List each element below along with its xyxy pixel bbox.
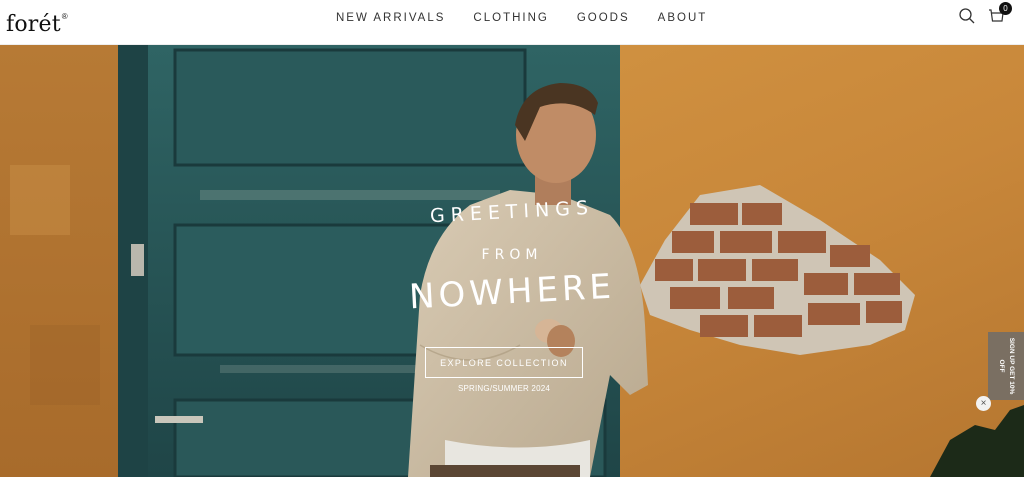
registered-mark: ® [61,12,68,21]
signup-discount-label: SIGN UP GET 10% OFF [998,337,1015,395]
nav-item-goods[interactable]: GOODS [577,11,630,25]
signup-discount-tab[interactable]: SIGN UP GET 10% OFF [988,332,1024,400]
brand-logo[interactable]: forét® [6,3,68,39]
nav-item-clothing[interactable]: CLOTHING [473,11,548,25]
season-label: SPRING/SUMMER 2024 [457,384,551,393]
logo-text: forét [6,12,61,37]
nav-item-about[interactable]: ABOUT [658,11,708,25]
main-nav: NEW ARRIVALS CLOTHING GOODS ABOUT [336,11,707,25]
explore-collection-button[interactable]: EXPLORE COLLECTION [425,347,583,378]
close-icon[interactable]: × [976,396,991,411]
site-header: forét® NEW ARRIVALS CLOTHING GOODS ABOUT… [0,0,1024,45]
search-icon[interactable] [958,7,976,25]
page-divider [0,477,1024,483]
cart-count-badge: 0 [999,2,1012,15]
nav-item-new-arrivals[interactable]: NEW ARRIVALS [336,11,445,25]
hero-banner: Greetings from Nowhere EXPLORE COLLECTIO… [0,45,1024,477]
